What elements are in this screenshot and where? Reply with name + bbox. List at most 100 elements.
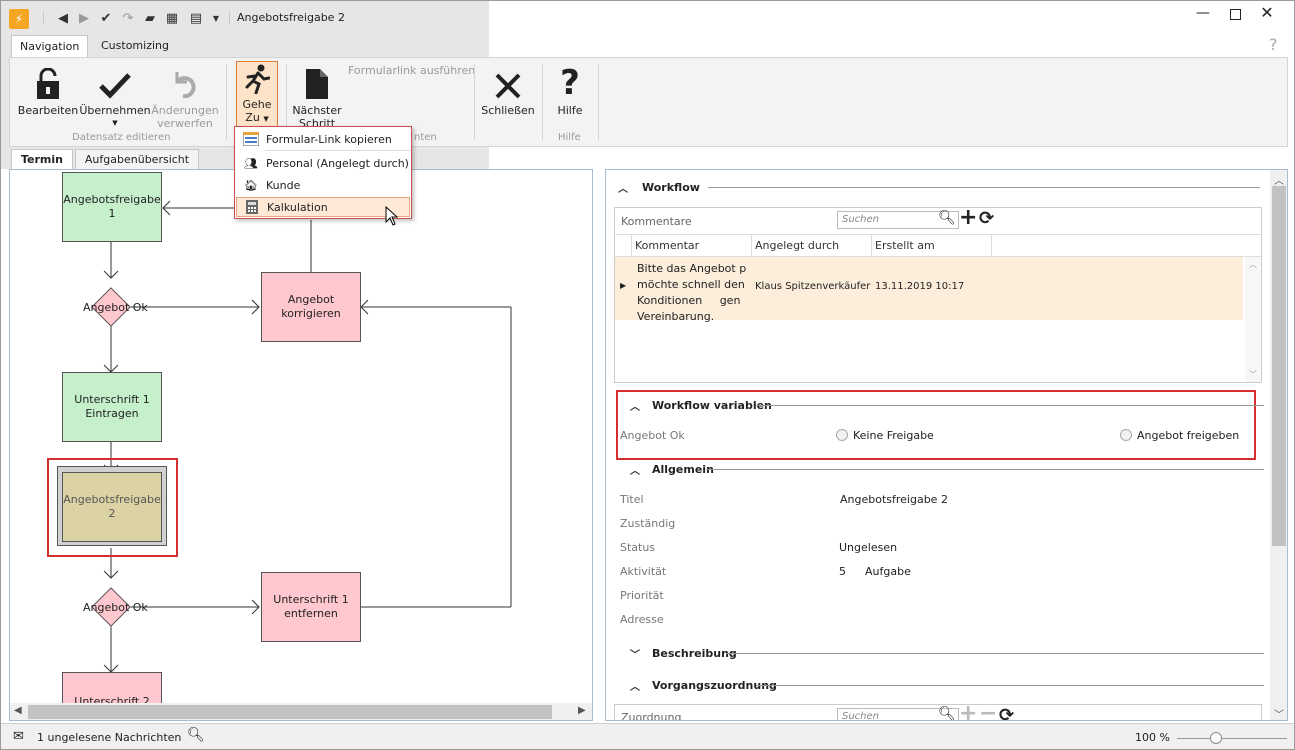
aenderungen-verwerfen-button[interactable]: Änderungen verwerfen <box>151 62 219 130</box>
chevron-up-icon: ︿ <box>630 401 640 413</box>
help-question-icon[interactable]: ? <box>1269 35 1278 54</box>
search-icon[interactable]: 🔍︎ <box>938 210 956 226</box>
section-workflow-header[interactable]: ︿ Workflow <box>614 178 700 196</box>
chat-icon[interactable]: ▰ <box>141 9 159 27</box>
scroll-down-icon[interactable]: ﹀ <box>1274 706 1284 720</box>
calendar-icon[interactable]: ▦ <box>163 9 181 27</box>
remove-icon: − <box>979 701 998 721</box>
zoom-slider[interactable] <box>1177 732 1287 744</box>
scroll-left-icon[interactable]: ◀ <box>14 705 22 716</box>
horizontal-scroll-thumb[interactable] <box>28 705 552 719</box>
add-icon[interactable]: + <box>959 205 977 230</box>
lock-icon <box>35 62 61 100</box>
search-icon[interactable]: 🔍︎ <box>938 706 956 720</box>
add-icon: + <box>959 701 978 721</box>
chevron-up-icon: ︿ <box>630 465 640 477</box>
uebernehmen-label: Übernehmen <box>79 104 151 117</box>
node-angebot-korrigieren[interactable]: Angebot korrigieren <box>261 272 361 342</box>
menu-item-kunde[interactable]: 🏠︎ Kunde <box>236 175 410 195</box>
minimize-button[interactable]: — <box>1191 5 1215 23</box>
hilfe-label: Hilfe <box>557 104 583 117</box>
adresse-label: Adresse <box>620 613 664 626</box>
allgemein-title: Allgemein <box>652 462 714 476</box>
node-angebotsfreigabe-2[interactable]: Angebotsfreigabe 2 <box>62 472 162 542</box>
formularlink-ausfuehren-button[interactable]: Formularlink ausführen <box>348 64 475 77</box>
section-beschreibung-header[interactable]: ﹀ Beschreibung <box>626 644 737 662</box>
col-angelegt-durch[interactable]: Angelegt durch <box>755 239 839 252</box>
bearbeiten-button[interactable]: Bearbeiten <box>18 62 78 117</box>
kommentare-label: Kommentare <box>621 215 692 228</box>
horizontal-scrollbar[interactable]: ◀ ▶ <box>10 703 592 720</box>
section-workflow-variablen-header[interactable]: ︿ Workflow variablen <box>626 396 772 414</box>
title-bar: ⚡ ◀ ▶ ✔ ↷ ▰ ▦ ▤ ▼ Angebotsfreigabe 2 — ✕ <box>1 1 1294 35</box>
tab-aufgabenuebersicht[interactable]: Aufgabenübersicht <box>75 149 199 169</box>
group-hilfe: Hilfe <box>558 132 581 143</box>
workflow-diagram: Angebotsfreigabe 1 Angebot Ok Angebot ko… <box>9 169 593 721</box>
status-value[interactable]: Ungelesen <box>839 541 897 554</box>
group-hidden-label: nten <box>414 132 437 143</box>
calculator-icon <box>237 200 267 214</box>
check-icon[interactable]: ✔ <box>97 9 115 27</box>
tab-navigation[interactable]: Navigation <box>11 35 89 57</box>
undo-icon[interactable]: ↷ <box>119 9 137 27</box>
col-kommentar[interactable]: Kommentar <box>635 239 699 252</box>
chevron-down-icon: ﹀ <box>630 649 640 661</box>
scroll-up-icon[interactable]: ︿ <box>1274 172 1284 187</box>
vertical-scroll-thumb[interactable] <box>1272 186 1286 546</box>
forward-icon[interactable]: ▶ <box>75 9 93 27</box>
vertical-scrollbar[interactable]: ︿ ﹀ <box>1270 170 1287 720</box>
envelope-icon[interactable]: ✉ <box>13 729 24 744</box>
menu-label: Formular-Link kopieren <box>266 132 392 146</box>
menu-item-formular-link-kopieren[interactable]: Formular-Link kopieren <box>236 129 410 149</box>
zoom-slider-thumb[interactable] <box>1209 732 1222 744</box>
schliessen-button[interactable]: Schließen <box>480 62 536 117</box>
node-angebotsfreigabe-1[interactable]: Angebotsfreigabe 1 <box>62 172 162 242</box>
scroll-right-icon[interactable]: ▶ <box>578 705 586 716</box>
section-vorgangszuordnung-header[interactable]: ︿ Vorgangszuordnung <box>626 676 777 694</box>
workflow-variablen-title: Workflow variablen <box>652 398 772 412</box>
refresh-icon[interactable]: ⟳ <box>999 705 1014 720</box>
node-unterschrift-1-eintragen[interactable]: Unterschrift 1 Eintragen <box>62 372 162 442</box>
qat-dropdown-icon[interactable]: ▼ <box>207 9 225 27</box>
close-window-button[interactable]: ✕ <box>1255 3 1279 23</box>
gehe-zu-button[interactable]: Gehe Zu ▼ <box>236 61 278 127</box>
maximize-button[interactable] <box>1223 5 1247 23</box>
back-icon[interactable]: ◀ <box>54 9 72 27</box>
col-erstellt-am[interactable]: Erstellt am <box>875 239 935 252</box>
naechster-schritt-button[interactable]: Nächster Schritt <box>292 62 342 130</box>
menu-label: Personal (Angelegt durch) <box>266 156 409 170</box>
angelegt-durch-cell: Klaus Spitzenverkäufer <box>755 281 871 292</box>
tab-customizing[interactable]: Customizing <box>93 35 177 57</box>
radio-angebot-freigeben[interactable] <box>1120 429 1132 441</box>
radio-keine-freigabe[interactable] <box>836 429 848 441</box>
menu-item-personal[interactable]: 👥︎ Personal (Angelegt durch) <box>236 153 410 173</box>
titel-value[interactable]: Angebotsfreigabe 2 <box>840 493 948 506</box>
radio-keine-freigabe-label: Keine Freigabe <box>853 429 934 442</box>
tab-termin[interactable]: Termin <box>11 149 73 169</box>
refresh-icon[interactable]: ⟳ <box>979 208 994 229</box>
zuordnung-label: Zuordnung <box>621 711 682 721</box>
row-indicator-icon: ▶ <box>620 281 627 290</box>
section-allgemein-header[interactable]: ︿ Allgemein <box>626 460 714 478</box>
details-panel: ︿ Workflow Kommentare Suchen 🔍︎ + ⟳ Komm… <box>605 169 1288 721</box>
uebernehmen-button[interactable]: Übernehmen ▼ <box>79 62 151 130</box>
aktivitaet-value[interactable]: Aufgabe <box>865 565 911 578</box>
table-row[interactable]: ▶ Bitte das Angebot p möchte schnell den… <box>615 257 1243 323</box>
aktivitaet-label: Aktivität <box>620 565 667 578</box>
grid-vertical-scrollbar[interactable]: ︿ ﹀ <box>1245 257 1261 382</box>
document-icon <box>305 62 329 100</box>
status-label: Status <box>620 541 656 554</box>
search-icon[interactable]: 🔍︎ <box>187 727 205 743</box>
node-unterschrift-1-entfernen[interactable]: Unterschrift 1 entfernen <box>261 572 361 642</box>
decision-label-1: Angebot Ok <box>83 301 148 314</box>
zuordnung-grid: Zuordnung Suchen 🔍︎ + − ⟳ <box>614 701 1262 721</box>
ribbon: Bearbeiten Übernehmen ▼ Änderungen verwe… <box>9 57 1288 147</box>
aenderungen-label-2: verwerfen <box>157 117 213 130</box>
unread-messages[interactable]: 1 ungelesene Nachrichten <box>37 731 181 744</box>
radio-angebot-freigeben-label: Angebot freigeben <box>1137 429 1240 442</box>
list-icon[interactable]: ▤ <box>187 9 205 27</box>
home-icon: 🏠︎ <box>244 178 258 192</box>
hilfe-button[interactable]: ? Hilfe <box>550 62 590 117</box>
aenderungen-label-1: Änderungen <box>151 104 219 117</box>
menu-item-kalkulation[interactable]: Kalkulation <box>236 197 410 217</box>
